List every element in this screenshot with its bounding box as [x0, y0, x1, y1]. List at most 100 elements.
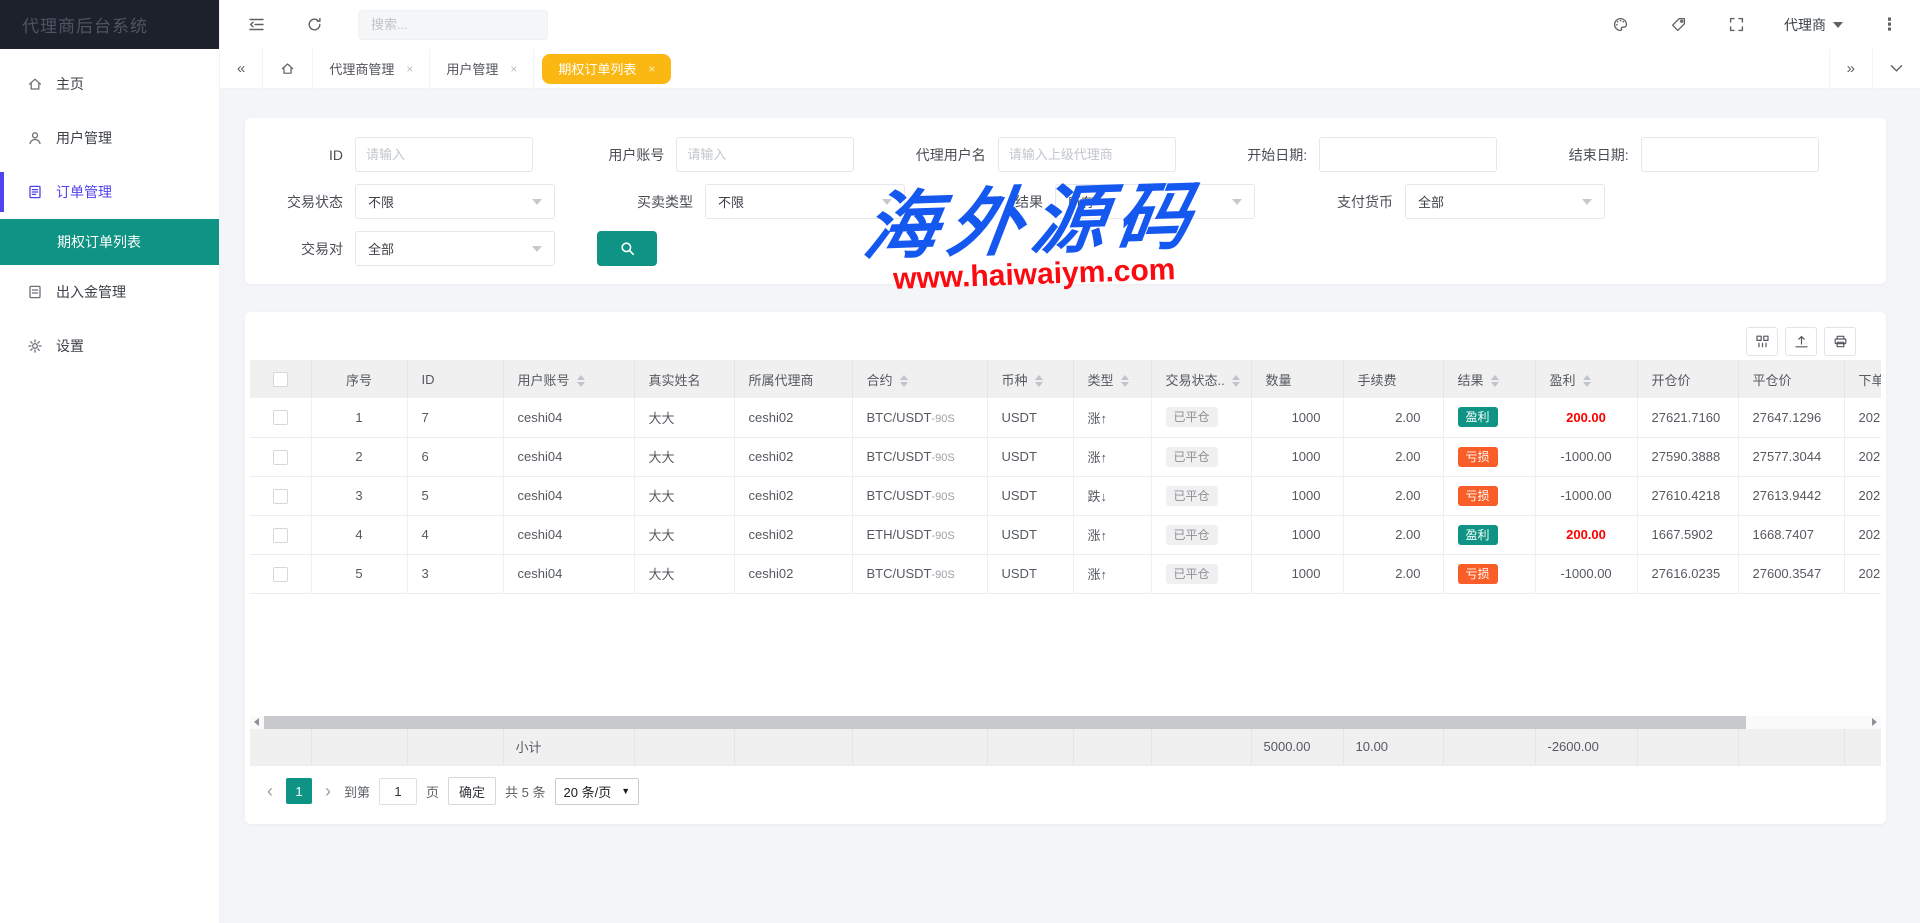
orders-table: 序号ID用户账号真实姓名所属代理商合约币种类型交易状态..数量手续费结果盈利开仓…: [250, 360, 1881, 594]
tab-home-icon[interactable]: [263, 49, 312, 88]
page-size-select[interactable]: 20 条/页 ▼: [555, 778, 640, 805]
search-input[interactable]: [359, 17, 547, 32]
next-page-icon[interactable]: ›: [321, 782, 335, 800]
trade-status-select[interactable]: 不限: [355, 184, 555, 219]
contract-name: ETH/USDT: [867, 527, 932, 542]
cell-account: ceshi04: [503, 515, 634, 554]
sidebar-item-label: 用户管理: [56, 128, 112, 148]
end-date-input[interactable]: [1641, 137, 1819, 172]
sort-icon[interactable]: [1232, 375, 1240, 387]
tab-option-order-list[interactable]: 期权订单列表×: [542, 54, 671, 84]
jump-suffix-label: 页: [426, 782, 439, 801]
agent-menu[interactable]: 代理商: [1784, 15, 1843, 35]
close-icon[interactable]: ×: [510, 62, 517, 76]
tabs-scroll-left-icon[interactable]: «: [220, 49, 262, 88]
cell-order_time: 2023: [1844, 554, 1881, 593]
trade-status-badge: 已平仓: [1166, 447, 1218, 467]
collapse-sidebar-icon[interactable]: [246, 15, 266, 35]
tab-agent-management[interactable]: 代理商管理×: [313, 49, 429, 88]
start-date-input[interactable]: [1319, 137, 1497, 172]
horizontal-scrollbar[interactable]: [250, 716, 1881, 729]
close-icon[interactable]: ×: [406, 62, 413, 76]
user-account-input[interactable]: [676, 137, 854, 172]
confirm-button[interactable]: 确定: [448, 777, 496, 805]
cell-result: 盈利: [1443, 515, 1535, 554]
cell-order_time: 2023: [1844, 437, 1881, 476]
sidebar-item-funds-management[interactable]: 出入金管理: [0, 265, 219, 319]
result-select[interactable]: 所有: [1055, 184, 1255, 219]
scroll-right-arrow-icon[interactable]: [1868, 716, 1881, 729]
select-all-checkbox[interactable]: [273, 372, 288, 387]
id-input[interactable]: [355, 137, 533, 172]
summary-clip: 小计5000.0010.00-2600.00: [250, 729, 1881, 767]
tab-user-management[interactable]: 用户管理×: [430, 49, 533, 88]
search-icon: [619, 240, 636, 257]
more-dots-icon[interactable]: ⋮: [1881, 15, 1898, 35]
scroll-left-arrow-icon[interactable]: [250, 716, 263, 729]
trade-pair-select[interactable]: 全部: [355, 231, 555, 266]
sort-icon[interactable]: [1491, 375, 1499, 387]
summary-cell-agent: [734, 729, 852, 766]
col-header-label: 平仓价: [1753, 373, 1792, 388]
cell-id: 5: [407, 476, 503, 515]
col-header-type[interactable]: 类型: [1073, 360, 1151, 398]
palette-icon[interactable]: [1610, 15, 1630, 35]
print-icon[interactable]: [1824, 327, 1856, 356]
prev-page-icon[interactable]: ‹: [263, 782, 277, 800]
row-checkbox[interactable]: [273, 450, 288, 465]
col-header-coin[interactable]: 币种: [987, 360, 1073, 398]
fullscreen-icon[interactable]: [1726, 15, 1746, 35]
row-checkbox[interactable]: [273, 528, 288, 543]
contract-period: -90S: [932, 569, 955, 581]
tag-icon[interactable]: [1668, 15, 1688, 35]
tabs-menu-chevron-down-icon[interactable]: [1873, 49, 1920, 88]
col-header-result[interactable]: 结果: [1443, 360, 1535, 398]
row-checkbox[interactable]: [273, 410, 288, 425]
col-header-label: 手续费: [1358, 373, 1397, 388]
tabs-scroll-right-icon[interactable]: »: [1830, 49, 1872, 88]
close-icon[interactable]: ×: [648, 62, 655, 76]
sidebar-item-home[interactable]: 主页: [0, 57, 219, 111]
sort-icon[interactable]: [1583, 375, 1591, 387]
sidebar-item-order-management[interactable]: 订单管理: [0, 165, 219, 219]
row-checkbox[interactable]: [273, 489, 288, 504]
cell-open_price: 27610.4218: [1637, 476, 1738, 515]
col-header-contract[interactable]: 合约: [852, 360, 987, 398]
sort-icon[interactable]: [577, 375, 585, 387]
col-header-seq: 序号: [311, 360, 407, 398]
col-header-account[interactable]: 用户账号: [503, 360, 634, 398]
col-header-label: 序号: [346, 373, 372, 388]
filter-id: ID: [255, 137, 576, 172]
row-checkbox[interactable]: [273, 567, 288, 582]
search-button[interactable]: [597, 231, 657, 266]
sidebar-item-settings[interactable]: 设置: [0, 319, 219, 373]
filter-label: 开始日期:: [1219, 145, 1307, 165]
columns-icon[interactable]: [1746, 327, 1778, 356]
col-header-id: ID: [407, 360, 503, 398]
summary-cell-amount: 5000.00: [1251, 729, 1343, 766]
cell-contract: BTC/USDT-90S: [852, 476, 987, 515]
export-icon[interactable]: [1785, 327, 1817, 356]
summary-cell-close_price: [1738, 729, 1844, 766]
cell-real_name: 大大: [634, 476, 734, 515]
sidebar-item-user-management[interactable]: 用户管理: [0, 111, 219, 165]
col-header-profit[interactable]: 盈利: [1535, 360, 1637, 398]
sort-icon[interactable]: [1121, 375, 1129, 387]
buy-sell-type-select[interactable]: 不限: [705, 184, 905, 219]
agent-username-input[interactable]: [998, 137, 1176, 172]
refresh-icon[interactable]: [304, 15, 324, 35]
cell-contract: ETH/USDT-90S: [852, 515, 987, 554]
table-row: 35ceshi04大大ceshi02BTC/USDT-90SUSDT跌↓已平仓1…: [250, 476, 1881, 515]
scrollbar-thumb[interactable]: [264, 716, 1746, 729]
contract-name: BTC/USDT: [867, 449, 932, 464]
page-number-button[interactable]: 1: [286, 778, 312, 804]
jump-page-input[interactable]: [379, 778, 417, 805]
sort-icon[interactable]: [1035, 375, 1043, 387]
cell-fee: 2.00: [1343, 437, 1443, 476]
cell-account: ceshi04: [503, 398, 634, 437]
filter-label: ID: [255, 147, 343, 163]
pay-currency-select[interactable]: 全部: [1405, 184, 1605, 219]
col-header-trade_status[interactable]: 交易状态..: [1151, 360, 1251, 398]
sort-icon[interactable]: [900, 375, 908, 387]
sidebar-subitem-option-order-list[interactable]: 期权订单列表: [0, 219, 219, 265]
